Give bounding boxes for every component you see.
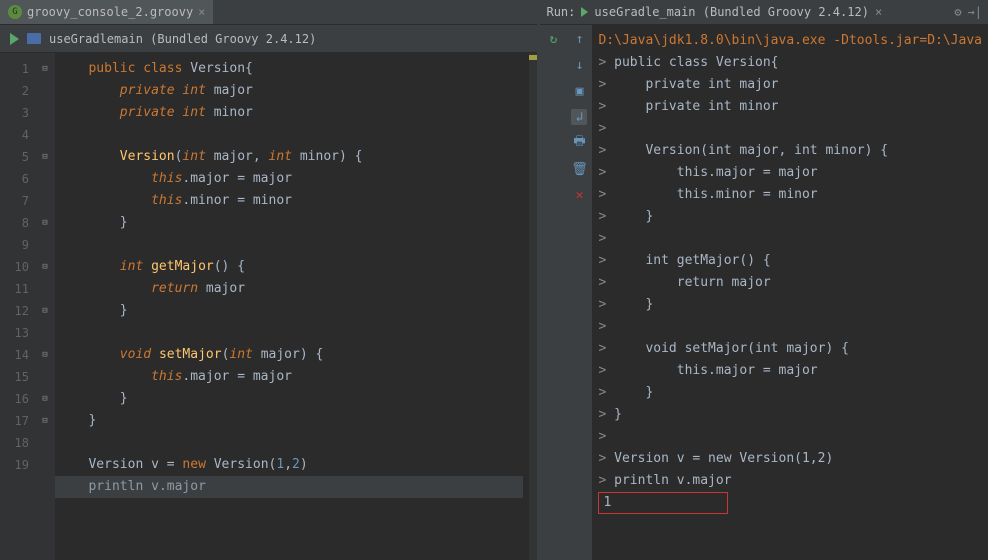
groovy-icon: G: [8, 5, 22, 19]
run-toolbar-right: ↑ ↓ ▣ ↲ 🖶 🗑 ✕: [566, 25, 592, 560]
run-icon[interactable]: [10, 33, 19, 45]
breadcrumb-label: useGradlemain (Bundled Groovy 2.4.12): [49, 32, 316, 46]
module-icon: [27, 33, 41, 44]
editor-tab-bar: G groovy_console_2.groovy ×: [0, 0, 537, 25]
play-icon[interactable]: [581, 7, 588, 17]
editor-scroll-marker[interactable]: [529, 53, 537, 560]
tab-filename: groovy_console_2.groovy: [27, 5, 193, 19]
close-icon[interactable]: ×: [198, 5, 205, 19]
collapse-icon[interactable]: →|: [968, 5, 982, 19]
run-panel: Run: useGradle_main (Bundled Groovy 2.4.…: [540, 0, 988, 560]
editor-panel: G groovy_console_2.groovy × useGradlemai…: [0, 0, 538, 560]
editor-area[interactable]: 1 2 3 4 5 6 7 8 9 10 11 12 13 14 15 16 1…: [0, 53, 537, 560]
editor-breadcrumb-bar: useGradlemain (Bundled Groovy 2.4.12): [0, 25, 537, 53]
console-result-highlight: 1: [598, 492, 728, 514]
run-config-name[interactable]: useGradle_main (Bundled Groovy 2.4.12): [594, 5, 869, 19]
close-icon[interactable]: ×: [875, 5, 882, 19]
rerun-icon[interactable]: ↻: [545, 31, 561, 47]
run-toolbar-left: ↻: [540, 25, 566, 560]
code-text-area[interactable]: public class Version{ private int major …: [55, 53, 529, 560]
attach-icon[interactable]: ▣: [571, 83, 587, 99]
up-icon[interactable]: ↑: [571, 31, 587, 47]
clear-icon[interactable]: ✕: [571, 187, 587, 203]
wrap-icon[interactable]: ↲: [571, 109, 587, 125]
trash-icon[interactable]: 🗑: [571, 161, 587, 177]
console-cmd: D:\Java\jdk1.8.0\bin\java.exe -Dtools.ja…: [598, 33, 982, 48]
print-icon[interactable]: 🖶: [571, 135, 587, 151]
run-body: ↻ ↑ ↓ ▣ ↲ 🖶 🗑 ✕ D:\Java\jdk1.8.0\bin\jav…: [540, 25, 988, 560]
gear-icon[interactable]: ⚙: [954, 5, 961, 19]
down-icon[interactable]: ↓: [571, 57, 587, 73]
fold-gutter: ⊟ ⊟ ⊟ ⊟ ⊟ ⊟ ⊟ ⊟: [35, 53, 55, 560]
line-gutter: 1 2 3 4 5 6 7 8 9 10 11 12 13 14 15 16 1…: [0, 53, 35, 560]
editor-tab[interactable]: G groovy_console_2.groovy ×: [0, 0, 213, 24]
console-output[interactable]: D:\Java\jdk1.8.0\bin\java.exe -Dtools.ja…: [592, 25, 988, 560]
run-header: Run: useGradle_main (Bundled Groovy 2.4.…: [540, 0, 988, 25]
run-label: Run:: [546, 5, 575, 19]
